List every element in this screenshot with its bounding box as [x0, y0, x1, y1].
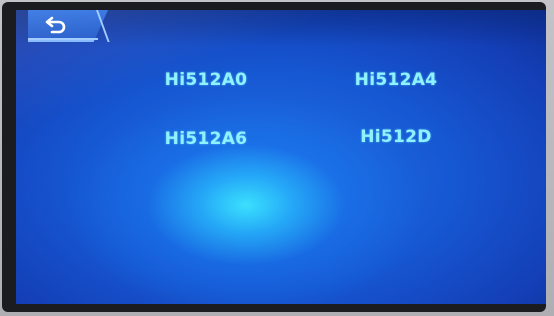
model-option-hi512a0[interactable]: Hi512A0 [146, 65, 266, 95]
back-arrow-icon[interactable] [44, 14, 70, 36]
screen-bezel: Hi512A0 Hi512A4 Hi512A6 Hi512D [2, 2, 546, 312]
model-option-hi512a6[interactable]: Hi512A6 [146, 124, 266, 154]
back-tab-underline [28, 38, 98, 40]
display-screen: Hi512A0 Hi512A4 Hi512A6 Hi512D [16, 10, 546, 304]
device-frame: Hi512A0 Hi512A4 Hi512A6 Hi512D [0, 0, 554, 316]
model-option-hi512d[interactable]: Hi512D [336, 122, 456, 152]
screen-glare [16, 10, 546, 304]
model-option-hi512a4[interactable]: Hi512A4 [336, 65, 456, 95]
